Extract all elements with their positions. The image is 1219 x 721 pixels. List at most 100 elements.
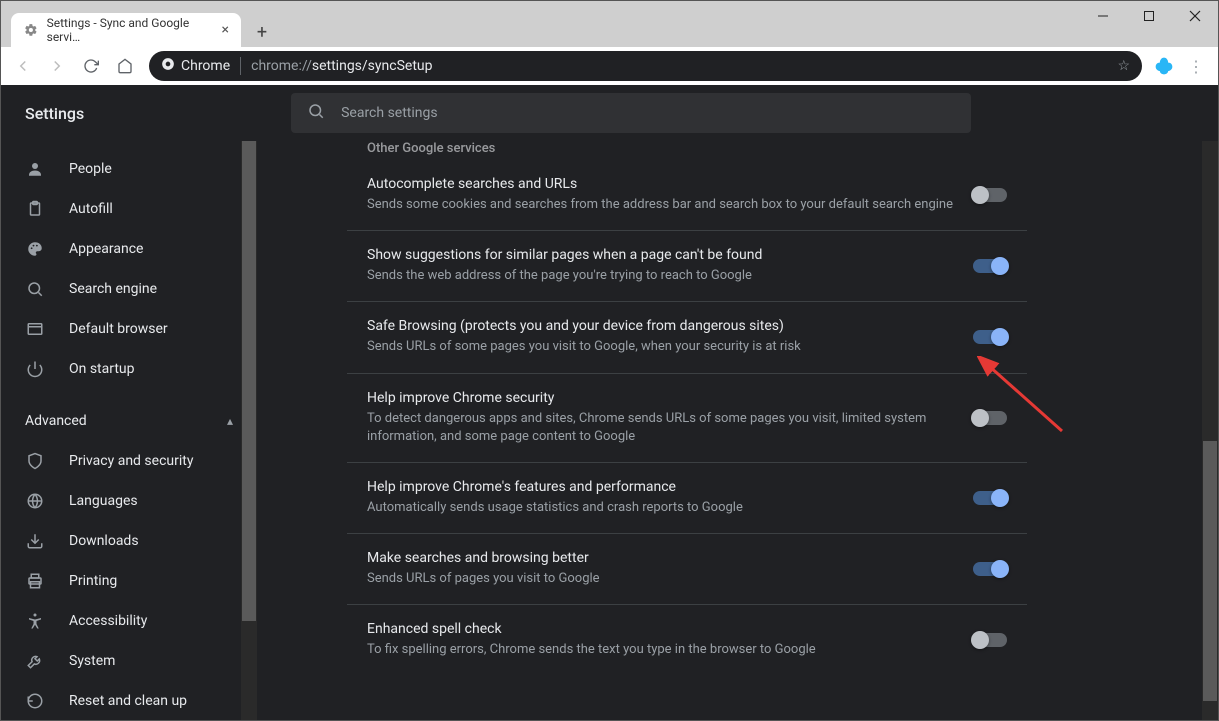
setting-title: Help improve Chrome's features and perfo… xyxy=(367,479,953,495)
setting-title: Help improve Chrome security xyxy=(367,390,953,406)
home-button[interactable] xyxy=(109,50,141,82)
palette-icon xyxy=(25,239,45,259)
sidebar-item-appearance[interactable]: Appearance xyxy=(1,229,257,269)
kebab-menu-icon[interactable]: ⋮ xyxy=(1180,50,1212,82)
sidebar-section-advanced[interactable]: Advanced ▴ xyxy=(1,401,257,441)
toggle-improve-features[interactable] xyxy=(973,491,1007,505)
gear-icon xyxy=(23,22,39,38)
sidebar-item-autofill[interactable]: Autofill xyxy=(1,189,257,229)
globe-icon xyxy=(25,491,45,511)
url-prefix: chrome:// xyxy=(251,58,312,74)
browser-tab[interactable]: Settings - Sync and Google servi… × xyxy=(11,13,241,47)
setting-row-autocomplete: Autocomplete searches and URLs Sends some… xyxy=(347,160,1027,231)
toggle-spell-check[interactable] xyxy=(973,633,1007,647)
window-controls xyxy=(1080,1,1218,31)
sidebar-scroll-thumb[interactable] xyxy=(242,141,256,621)
omnibox-chip: Chrome xyxy=(161,57,241,75)
maximize-button[interactable] xyxy=(1126,1,1172,31)
sidebar-item-printing[interactable]: Printing xyxy=(1,561,257,601)
clipboard-icon xyxy=(25,199,45,219)
tab-strip: Settings - Sync and Google servi… × + xyxy=(1,1,277,47)
new-tab-button[interactable]: + xyxy=(247,17,277,47)
sidebar-item-label: Search engine xyxy=(69,281,157,297)
toggle-make-better[interactable] xyxy=(973,562,1007,576)
sidebar-scrollbar[interactable] xyxy=(241,141,257,720)
sidebar-item-label: Autofill xyxy=(69,201,113,217)
sidebar-item-default-browser[interactable]: Default browser xyxy=(1,309,257,349)
setting-title: Make searches and browsing better xyxy=(367,550,953,566)
sidebar-item-label: Reset and clean up xyxy=(69,693,187,709)
chevron-up-icon: ▴ xyxy=(227,414,233,428)
sidebar-item-label: Languages xyxy=(69,493,138,509)
settings-sidebar: People Autofill Appearance Search engine… xyxy=(1,141,257,720)
reload-button[interactable] xyxy=(75,50,107,82)
sidebar-item-label: Downloads xyxy=(69,533,139,549)
sidebar-item-accessibility[interactable]: Accessibility xyxy=(1,601,257,641)
chrome-icon xyxy=(161,57,175,75)
setting-row-make-better: Make searches and browsing better Sends U… xyxy=(347,534,1027,605)
setting-title: Enhanced spell check xyxy=(367,621,953,637)
setting-desc: To fix spelling errors, Chrome sends the… xyxy=(367,641,953,659)
extension-icon[interactable] xyxy=(1150,52,1178,80)
sidebar-item-system[interactable]: System xyxy=(1,641,257,681)
sidebar-item-label: Default browser xyxy=(69,321,168,337)
sidebar-item-search-engine[interactable]: Search engine xyxy=(1,269,257,309)
download-icon xyxy=(25,531,45,551)
setting-title: Safe Browsing (protects you and your dev… xyxy=(367,318,953,334)
setting-desc: Sends URLs of some pages you visit to Go… xyxy=(367,338,953,356)
url-path: settings/syncSetup xyxy=(312,58,433,74)
forward-button[interactable] xyxy=(41,50,73,82)
back-button[interactable] xyxy=(7,50,39,82)
sidebar-item-languages[interactable]: Languages xyxy=(1,481,257,521)
wrench-icon xyxy=(25,651,45,671)
close-icon[interactable]: × xyxy=(222,22,229,38)
sidebar-item-downloads[interactable]: Downloads xyxy=(1,521,257,561)
printer-icon xyxy=(25,571,45,591)
sidebar-section-label: Advanced xyxy=(25,413,87,429)
toggle-suggestions[interactable] xyxy=(973,259,1007,273)
setting-row-spell-check: Enhanced spell check To fix spelling erro… xyxy=(347,605,1027,675)
sidebar-item-people[interactable]: People xyxy=(1,149,257,189)
setting-row-improve-features: Help improve Chrome's features and perfo… xyxy=(347,463,1027,534)
sidebar-item-label: On startup xyxy=(69,361,135,377)
main-scroll-thumb[interactable] xyxy=(1203,441,1217,701)
accessibility-icon xyxy=(25,611,45,631)
restore-icon xyxy=(25,691,45,711)
close-window-button[interactable] xyxy=(1172,1,1218,31)
main-scrollbar[interactable] xyxy=(1202,141,1218,720)
setting-desc: Sends the web address of the page you're… xyxy=(367,267,953,285)
sidebar-item-reset[interactable]: Reset and clean up xyxy=(1,681,257,720)
sidebar-item-privacy-security[interactable]: Privacy and security xyxy=(1,441,257,481)
setting-row-safe-browsing: Safe Browsing (protects you and your dev… xyxy=(347,302,1027,373)
omnibox-url: chrome://settings/syncSetup xyxy=(251,58,432,74)
browser-icon xyxy=(25,319,45,339)
sidebar-item-label: System xyxy=(69,653,115,669)
toggle-autocomplete[interactable] xyxy=(973,188,1007,202)
bookmark-star-icon[interactable]: ☆ xyxy=(1117,58,1130,74)
page-title: Settings xyxy=(25,104,84,123)
setting-row-suggestions: Show suggestions for similar pages when … xyxy=(347,231,1027,302)
omnibox-chip-label: Chrome xyxy=(181,58,230,74)
tab-title: Settings - Sync and Google servi… xyxy=(47,16,222,44)
search-icon xyxy=(307,102,325,124)
setting-row-improve-security: Help improve Chrome securityTo detect da… xyxy=(347,374,1027,463)
setting-desc: Sends some cookies and searches from the… xyxy=(367,196,953,214)
sidebar-item-label: People xyxy=(69,161,112,177)
browser-toolbar: Chrome chrome://settings/syncSetup ☆ ⋮ xyxy=(1,47,1218,85)
sidebar-item-label: Privacy and security xyxy=(69,453,193,469)
setting-title: Autocomplete searches and URLs xyxy=(367,176,953,192)
titlebar: Settings - Sync and Google servi… × + xyxy=(1,1,1218,47)
address-bar[interactable]: Chrome chrome://settings/syncSetup ☆ xyxy=(149,51,1142,81)
person-icon xyxy=(25,159,45,179)
settings-search[interactable] xyxy=(291,93,971,133)
sidebar-item-on-startup[interactable]: On startup xyxy=(1,349,257,389)
sidebar-item-label: Accessibility xyxy=(69,613,147,629)
window-frame: Settings - Sync and Google servi… × + Ch… xyxy=(0,0,1219,721)
minimize-button[interactable] xyxy=(1080,1,1126,31)
setting-desc: Sends URLs of pages you visit to Google xyxy=(367,570,953,588)
section-title: Other Google services xyxy=(347,141,1027,160)
settings-page: Settings People Autofill Appearance Sear… xyxy=(1,85,1218,720)
toggle-safe-browsing[interactable] xyxy=(973,330,1007,344)
toggle-improve-security[interactable] xyxy=(973,411,1007,425)
settings-search-input[interactable] xyxy=(341,105,955,121)
